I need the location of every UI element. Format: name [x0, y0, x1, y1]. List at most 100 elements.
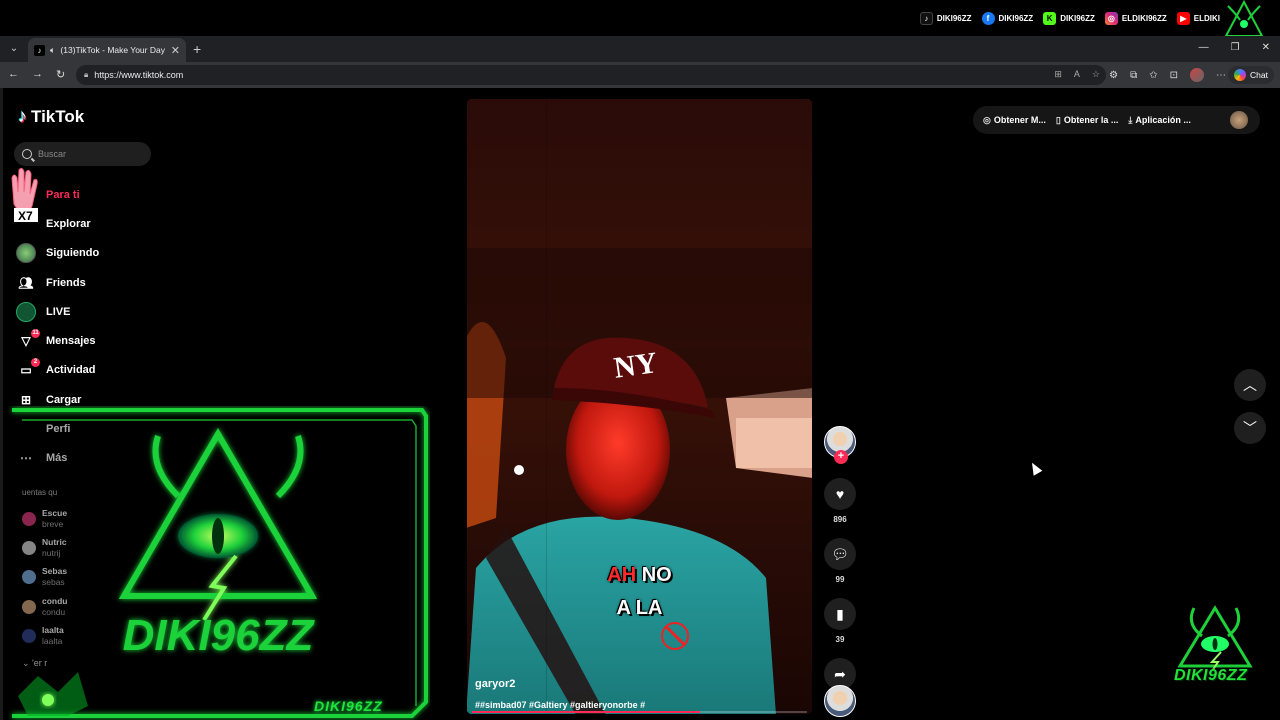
new-tab-icon[interactable]: +	[193, 41, 201, 57]
tiktok-logo[interactable]: ♪ TikTok	[18, 106, 84, 127]
header-action-download[interactable]: ⤓ Aplicación ...	[1128, 115, 1191, 126]
creator-avatar[interactable]: +	[824, 426, 856, 464]
following-icon	[16, 243, 36, 264]
video-caption-line-2: A LA	[616, 597, 663, 619]
video-player[interactable]: NY AH NO A LA garyor2 ##simbad07 #Galtie…	[466, 98, 813, 715]
search-box[interactable]	[14, 142, 151, 166]
restore-icon[interactable]: ❐	[1231, 42, 1240, 53]
favorites-icon[interactable]: ✩	[1149, 70, 1157, 81]
sidebar-item-following[interactable]: Siguiendo	[16, 239, 156, 268]
url-text[interactable]: https://www.tiktok.com	[94, 70, 183, 80]
cap-logo-text: NY	[612, 346, 660, 385]
tiktok-logo-text: TikTok	[31, 106, 85, 126]
tiktok-logo-icon: ♪	[18, 106, 27, 126]
settings-more-icon[interactable]: ⋯	[1216, 70, 1226, 81]
sidebar-item-messages[interactable]: ▽ 11 Mensajes	[16, 326, 156, 355]
tab-title: (13)TikTok - Make Your Day	[60, 45, 165, 55]
video-frame-image: NY	[466, 98, 813, 715]
address-bar[interactable]: 🔒︎ https://www.tiktok.com	[76, 65, 1106, 85]
sidebar-item-friends[interactable]: 👥︎ Friends	[16, 268, 156, 297]
phone-icon: ▯	[1055, 114, 1061, 125]
search-icon	[22, 149, 32, 159]
header-action-coins[interactable]: ◎ Obtener M...	[983, 115, 1046, 126]
user-profile-avatar[interactable]	[1230, 111, 1248, 129]
notification-badge: 2	[31, 358, 40, 368]
reload-icon[interactable]: ↻	[56, 68, 65, 81]
browser-tabstrip: ⌄ ♪ 🔈︎ (13)TikTok - Make Your Day ✕ + — …	[0, 36, 1280, 62]
browser-profile-avatar[interactable]	[1190, 68, 1204, 82]
heart-icon[interactable]: ♥	[824, 478, 856, 510]
instagram-icon: ◎	[1104, 12, 1118, 25]
browser-toolbar: ← → ↻ 🔒︎ https://www.tiktok.com ⊞ A ☆ ⚙ …	[0, 62, 1280, 88]
tab-list-dropdown-icon[interactable]: ⌄	[6, 41, 22, 57]
activity-icon: ▭ 2	[16, 358, 40, 380]
sidebar-item-activity[interactable]: ▭ 2 Actividad	[16, 356, 156, 385]
video-caption-line-1: AH NO	[466, 564, 813, 587]
social-handle-text: DIKI96ZZ	[1060, 14, 1095, 23]
kick-icon: K	[1043, 12, 1057, 25]
collections-icon[interactable]: ⊡	[1170, 70, 1178, 81]
caption-highlight: AH	[607, 564, 637, 586]
streamer-logo-icon	[1224, 0, 1264, 37]
live-icon	[16, 301, 36, 322]
sidebar-item-label: Siguiendo	[46, 247, 100, 260]
streamer-cam-overlay: DIKI96ZZ	[8, 406, 430, 720]
previous-video-chevron-up-icon[interactable]: ︿	[1234, 369, 1266, 401]
mouse-cursor-icon	[1027, 460, 1043, 476]
facebook-icon: f	[981, 12, 995, 25]
sidebar-item-label: Friends	[46, 276, 86, 289]
sidebar-item-compass[interactable]: Explorar	[16, 209, 156, 238]
browser-tab-tiktok[interactable]: ♪ 🔈︎ (13)TikTok - Make Your Day ✕	[28, 38, 186, 62]
tab-audio-icon[interactable]: 🔈︎	[50, 45, 55, 56]
like-action: ♥ 896	[822, 478, 858, 524]
cam-streamer-name: DIKI96ZZ	[314, 698, 383, 714]
follow-plus-icon[interactable]: +	[834, 450, 848, 464]
video-progress-bar[interactable]	[472, 711, 807, 713]
back-icon[interactable]: ←	[8, 68, 19, 80]
header-action-label: Obtener M...	[993, 115, 1046, 125]
app-available-icon[interactable]: ⊞	[1054, 69, 1062, 80]
extensions-icon[interactable]: ⚙	[1109, 70, 1118, 81]
social-handles: ♪ DIKI96ZZ f DIKI96ZZ K DIKI96ZZ ◎ ELDIKI96ZZ ▶ E…	[919, 12, 1220, 25]
sidebar-item-label: Cargar	[46, 393, 82, 406]
comment-icon[interactable]: 💬︎	[824, 538, 856, 570]
sidebar-item-label: Mensajes	[46, 335, 96, 348]
search-input[interactable]	[38, 149, 138, 159]
translate-icon[interactable]: A	[1074, 69, 1080, 80]
corner-logo-text: DIKI96ZZ	[1174, 667, 1248, 684]
friends-icon: 👥︎	[18, 275, 34, 290]
cam-logo-text: DIKI96ZZ	[123, 611, 316, 660]
video-progress-fill	[472, 711, 700, 713]
home-icon	[16, 185, 36, 205]
next-video-creator-avatar[interactable]	[824, 685, 856, 717]
copilot-chat-button[interactable]: Chat	[1228, 66, 1274, 84]
video-author-link[interactable]: garyor2	[475, 678, 515, 690]
video-description[interactable]: ##simbad07 #Galtiery #galtieryonorbe #	[475, 700, 645, 710]
page-edge	[0, 88, 3, 720]
coins-icon: ◎	[983, 114, 991, 125]
close-window-icon[interactable]: ✕	[1262, 42, 1270, 53]
social-handle-tiktok: ♪ DIKI96ZZ	[919, 12, 972, 25]
like-count: 896	[833, 515, 847, 524]
compass-icon	[16, 214, 36, 234]
tiktok-icon: ♪	[919, 12, 933, 25]
social-handle-facebook: f DIKI96ZZ	[981, 12, 1033, 25]
sidebar-item-home[interactable]: Para ti	[16, 180, 156, 209]
site-info-icon[interactable]: 🔒︎	[84, 70, 88, 80]
sidebar-item-live[interactable]: LIVE	[16, 297, 156, 326]
favorite-star-icon[interactable]: ☆	[1092, 69, 1100, 80]
stream-social-bar: ♪ DIKI96ZZ f DIKI96ZZ K DIKI96ZZ ◎ ELDIKI96ZZ ▶ E…	[0, 0, 1280, 37]
browser-toolbar-icons: ⚙ ⧉ ✩ ⊡ ⋯	[1109, 68, 1226, 82]
minimize-icon[interactable]: —	[1199, 42, 1209, 53]
bookmark-icon[interactable]: ▮	[824, 598, 856, 630]
next-video-chevron-down-icon[interactable]: ﹀	[1234, 412, 1266, 444]
address-bar-actions: ⊞ A ☆	[1054, 69, 1100, 80]
sidebar-item-label: Para ti	[46, 188, 80, 201]
messages-icon: ▽ 11	[21, 329, 40, 349]
forward-icon[interactable]: →	[32, 68, 43, 80]
header-action-phone[interactable]: ▯ Obtener la ...	[1056, 115, 1118, 126]
header-action-label: Obtener la ...	[1063, 115, 1119, 125]
tab-close-icon[interactable]: ✕	[171, 44, 180, 57]
social-handle-kick: K DIKI96ZZ	[1043, 12, 1095, 25]
split-screen-icon[interactable]: ⧉	[1130, 70, 1137, 81]
